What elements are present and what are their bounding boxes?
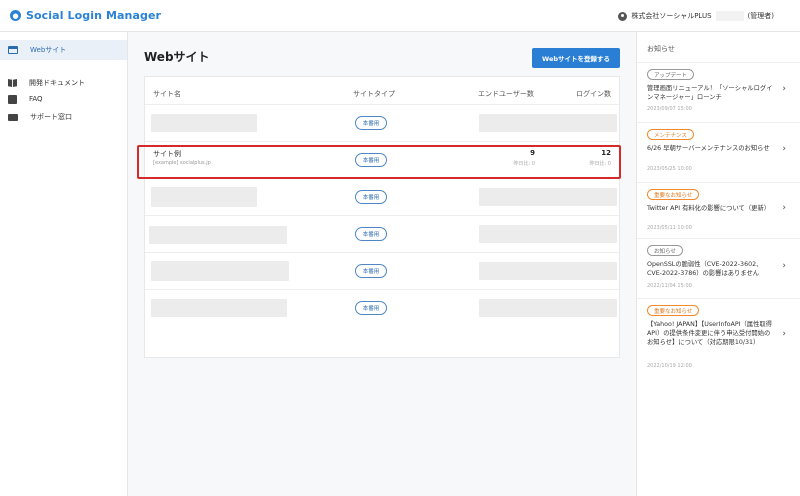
notice-text: 管理画面リニューアル！「ソーシャルログインマネージャー」ローンチ (647, 85, 773, 101)
logo-icon: ● (10, 10, 21, 21)
chevron-right-icon: › (782, 261, 786, 271)
app-name: Social Login Manager (26, 9, 162, 22)
notice-text: 【Yahoo! JAPAN】【UserInfoAPI（属性取得API）の提供条件… (647, 321, 772, 346)
notice-text: 6/26 早朝サーバーメンテナンスのお知らせ (647, 145, 770, 152)
top-header: ● Social Login Manager 株式会社ソーシャルPLUS (管理… (0, 0, 800, 32)
redacted-stats (479, 114, 617, 132)
redacted-site-name (151, 187, 257, 207)
book-icon (8, 79, 17, 87)
chevron-right-icon: › (782, 144, 786, 154)
table-row[interactable]: 本番用 (145, 215, 619, 252)
sidebar: Webサイト 開発ドキュメント FAQ サポート窓口 (0, 32, 128, 496)
redacted-stats (479, 188, 617, 206)
sidebar-item-docs[interactable]: 開発ドキュメント (0, 76, 127, 90)
notice-text: Twitter API 有料化の影響について（更新） (647, 205, 771, 212)
redacted-site-name (151, 299, 287, 317)
website-icon (8, 46, 18, 54)
notice-item[interactable]: メンテナンス 6/26 早朝サーバーメンテナンスのお知らせ 2023/05/25… (637, 122, 800, 182)
sidebar-item-label: 開発ドキュメント (29, 79, 85, 87)
faq-icon (8, 94, 17, 104)
sidebar-item-label: Webサイト (30, 46, 67, 54)
redacted-site-name (151, 261, 289, 281)
notice-tag: アップデート (647, 69, 695, 80)
site-type-badge: 本番用 (355, 301, 387, 315)
site-type-badge: 本番用 (355, 116, 387, 130)
account-name-redacted (715, 11, 744, 21)
site-type-badge: 本番用 (355, 190, 387, 204)
user-icon (618, 11, 628, 21)
table-row[interactable]: 本番用 (145, 289, 619, 326)
chevron-right-icon: › (782, 203, 786, 213)
redacted-stats (479, 225, 617, 243)
site-type-badge: 本番用 (355, 264, 387, 278)
sidebar-item-label: FAQ (29, 95, 43, 103)
sidebar-item-label: サポート窓口 (30, 113, 72, 121)
table-row[interactable]: 本番用 (145, 104, 619, 141)
table-row[interactable]: 本番用 (145, 252, 619, 289)
notice-date: 2023/05/11 10:00 (647, 225, 692, 231)
websites-table: サイト名 サイトタイプ エンドユーザー数 ログイン数 本番用 サイト例 [exa… (144, 76, 620, 358)
site-type-badge: 本番用 (355, 227, 387, 241)
redacted-site-name (151, 114, 257, 132)
column-header-site-name: サイト名 (153, 90, 181, 98)
notice-date: 2023/09/07 15:00 (647, 106, 692, 112)
notice-text: OpenSSLの脆弱性（CVE-2022-3602、CVE-2022-3786）… (647, 261, 763, 277)
account-menu[interactable]: 株式会社ソーシャルPLUS (管理者) (618, 11, 774, 21)
notice-tag: お知らせ (647, 245, 683, 256)
account-role: (管理者) (747, 12, 774, 20)
notice-item[interactable]: 重要なお知らせ Twitter API 有料化の影響について（更新） 2023/… (637, 182, 800, 238)
notice-tag: 重要なお知らせ (647, 305, 700, 316)
notice-date: 2022/11/04 15:00 (647, 283, 692, 289)
notice-date: 2023/05/25 10:00 (647, 166, 692, 172)
chevron-right-icon: › (782, 84, 786, 94)
page-title: Webサイト (144, 50, 210, 64)
notice-item[interactable]: お知らせ OpenSSLの脆弱性（CVE-2022-3602、CVE-2022-… (637, 238, 800, 298)
app-logo[interactable]: ● Social Login Manager (10, 9, 161, 22)
redacted-stats (479, 299, 617, 317)
notice-item[interactable]: アップデート 管理画面リニューアル！「ソーシャルログインマネージャー」ローンチ … (637, 62, 800, 122)
column-header-end-users: エンドユーザー数 (478, 90, 534, 98)
account-name: 株式会社ソーシャルPLUS (631, 12, 712, 20)
notice-date: 2022/10/19 12:00 (647, 363, 692, 369)
redacted-site-name (149, 226, 287, 244)
mail-icon (8, 113, 18, 121)
column-header-site-type: サイトタイプ (353, 90, 395, 98)
redacted-stats (479, 262, 617, 280)
notices-title: お知らせ (647, 45, 675, 53)
example-row-highlight (137, 145, 621, 179)
notice-tag: メンテナンス (647, 129, 694, 140)
notice-item[interactable]: 重要なお知らせ 【Yahoo! JAPAN】【UserInfoAPI（属性取得A… (637, 298, 800, 378)
chevron-right-icon: › (782, 329, 786, 339)
sidebar-item-websites[interactable]: Webサイト (0, 40, 127, 60)
main-content: Webサイト Webサイトを登録する サイト名 サイトタイプ エンドユーザー数 … (128, 32, 636, 496)
notices-panel: お知らせ アップデート 管理画面リニューアル！「ソーシャルログインマネージャー」… (636, 32, 800, 496)
register-website-button[interactable]: Webサイトを登録する (532, 48, 620, 68)
notice-tag: 重要なお知らせ (647, 189, 700, 200)
column-header-logins: ログイン数 (576, 90, 611, 98)
sidebar-item-support[interactable]: サポート窓口 (0, 110, 127, 124)
table-row[interactable]: 本番用 (145, 178, 619, 215)
sidebar-item-faq[interactable]: FAQ (0, 92, 127, 106)
